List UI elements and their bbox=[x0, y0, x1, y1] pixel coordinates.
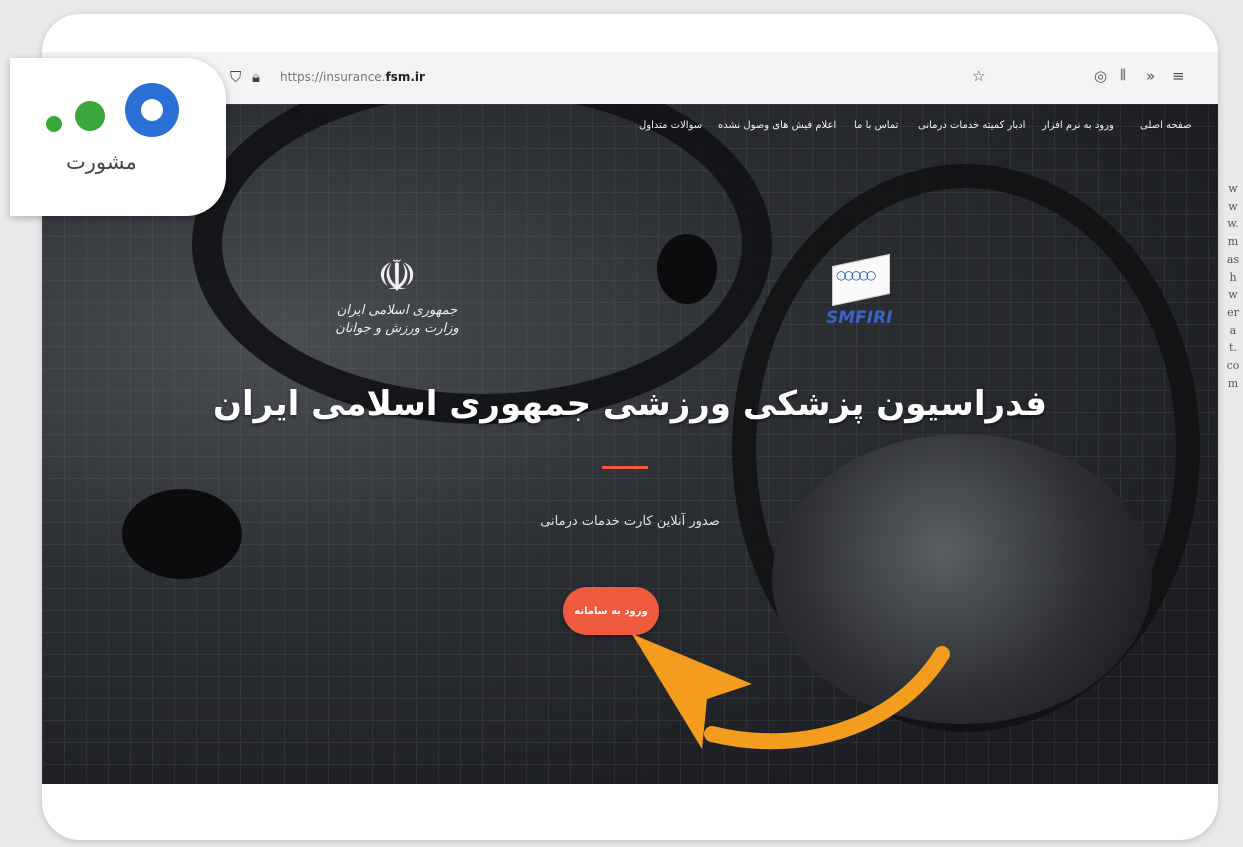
nav-software-login[interactable]: ورود به نرم افزار bbox=[1042, 120, 1114, 131]
hero-title: فدراسیون پزشکی ورزشی جمهوری اسلامی ایران bbox=[213, 384, 1047, 424]
title-divider bbox=[602, 466, 648, 469]
hero-section: صفحه اصلی ورود به نرم افزار ادبار کمیته … bbox=[42, 104, 1218, 784]
library-icon[interactable]: ⫼ bbox=[1120, 68, 1126, 84]
overflow-icon[interactable]: » bbox=[1146, 68, 1155, 84]
pointer-arrow-icon bbox=[632, 634, 950, 750]
nav-contact[interactable]: تماس با ما bbox=[854, 120, 898, 131]
lock-icon[interactable]: 🔒︎ bbox=[252, 69, 260, 85]
hero-subtitle: صدور آنلاین کارت خدمات درمانی bbox=[540, 514, 720, 529]
mashwerat-logo: مشورت bbox=[10, 58, 226, 216]
logo-dots-icon bbox=[46, 83, 179, 137]
stethoscope-earpiece-image bbox=[122, 489, 242, 579]
menu-icon[interactable]: ≡ bbox=[1172, 68, 1185, 84]
watermark-text: www.mashwerat.com bbox=[1226, 182, 1240, 390]
federation-logo: ○○○○○ SMFIRI bbox=[822, 253, 910, 354]
nav-unreceived-receipts[interactable]: اعلام فیش های وصول نشده bbox=[718, 120, 836, 131]
ministry-logo: ☫ جمهوری اسلامی ایران وزارت ورزش و جوانا… bbox=[332, 252, 462, 338]
shield-icon[interactable]: ⛉ bbox=[230, 69, 241, 85]
logo-wordmark: مشورت bbox=[66, 150, 137, 174]
logo-line-country: جمهوری اسلامی ایران bbox=[336, 303, 458, 318]
url-text[interactable]: https://insurance.fsm.ir bbox=[280, 70, 425, 84]
nav-faq[interactable]: سوالات متداول bbox=[639, 120, 702, 131]
logo-line-ministry: وزارت ورزش و جوانان bbox=[335, 321, 459, 336]
nav-committee-news[interactable]: ادبار کمیته خدمات درمانی bbox=[918, 120, 1025, 131]
iran-emblem-icon: ☫ bbox=[377, 251, 417, 302]
star-icon[interactable]: ☆ bbox=[972, 68, 985, 84]
address-bar[interactable]: ⛉ 🔒︎ https://insurance.fsm.ir bbox=[222, 60, 1012, 94]
federation-logo-text: SMFIRI bbox=[826, 308, 893, 328]
nav-home[interactable]: صفحه اصلی bbox=[1140, 120, 1191, 131]
olympic-rings-icon: ○○○○○ bbox=[836, 268, 876, 282]
stethoscope-earpiece-image bbox=[657, 234, 717, 304]
pocket-icon[interactable]: ◎ bbox=[1094, 68, 1107, 84]
